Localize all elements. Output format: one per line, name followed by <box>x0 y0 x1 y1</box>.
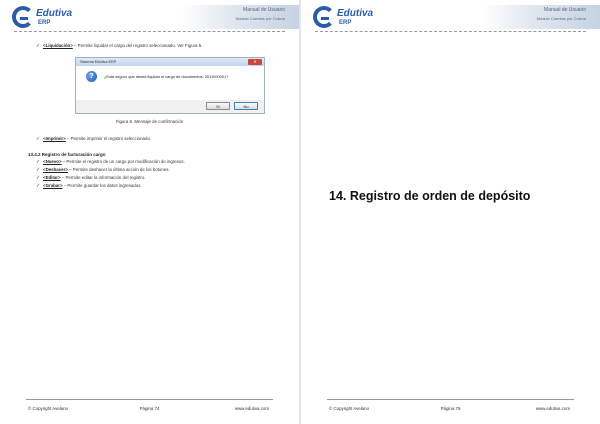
logo-sub: ERP <box>38 20 51 26</box>
keyword-nuevo: <Nuevo> <box>43 159 62 164</box>
dialog-title: Sistema Edutiva ERP <box>80 59 117 64</box>
checkmark-icon: ✓ <box>36 183 41 189</box>
edutiva-logo: Edutiva ERP <box>12 6 92 32</box>
logo-sub: ERP <box>339 20 352 26</box>
item-liquidacion: ✓ <Liquidación> – Permite liquidar el car… <box>36 43 202 49</box>
checkmark-icon: ✓ <box>36 136 41 142</box>
item-text: – Permite guardar los datos ingresados. <box>62 183 142 188</box>
left-page: Edutiva ERP Manual de Usuario Módulo Cue… <box>0 0 299 424</box>
logo-name: Edutiva <box>36 8 73 19</box>
module-title: Módulo Cuentas por Cobrar <box>235 16 285 21</box>
list-item: ✓ <Nuevo> – Permite el registro de un car… <box>36 159 185 165</box>
header-rule <box>315 31 586 32</box>
item-text: – Permite editar la información del regi… <box>60 175 146 180</box>
figure-caption: Figura 5. Mensaje de confirmación <box>115 119 184 124</box>
dialog-body <box>76 66 264 100</box>
logo-name: Edutiva <box>337 8 374 19</box>
manual-title: Manual de Usuario <box>544 7 586 13</box>
checkmark-icon: ✓ <box>36 159 41 165</box>
right-page: Edutiva ERP Manual de Usuario Módulo Cue… <box>301 0 600 424</box>
footer-website: www.edutiva.com <box>535 406 570 411</box>
item-imprimir-text: – Permite imprimir el registro seleccion… <box>65 136 152 141</box>
checkmark-icon: ✓ <box>36 175 41 181</box>
footer-website: www.edutiva.com <box>234 406 269 411</box>
item-imprimir: ✓ <Imprimir> – Permite imprimir el regist… <box>36 136 151 142</box>
checkmark-icon: ✓ <box>36 43 41 49</box>
dialog-close-icon: ✕ <box>248 59 262 65</box>
dialog-message: ¿Está seguro que desea liquidar el cargo… <box>104 74 229 79</box>
item-text: – Permite deshacer la última acción de l… <box>67 167 170 172</box>
edutiva-logo-icon <box>12 6 34 28</box>
edutiva-logo: Edutiva ERP <box>313 6 393 32</box>
dialog-titlebar: Sistema Edutiva ERP ✕ <box>76 58 264 66</box>
keyword-imprimir: <Imprimir> <box>43 136 66 141</box>
dialog-yes-button: Sí <box>206 102 230 110</box>
manual-title: Manual de Usuario <box>243 7 285 13</box>
list-item: ✓ <Deshacer> – Permite deshacer la última… <box>36 167 170 173</box>
footer-rule <box>327 399 574 400</box>
question-icon: ? <box>86 71 97 82</box>
footer-rule <box>26 399 273 400</box>
item-text: – Permite el registro de un cargo por mo… <box>61 159 185 164</box>
keyword-liquidacion: <Liquidación> <box>43 43 73 48</box>
confirmation-dialog-screenshot: Sistema Edutiva ERP ✕ ? ¿Está seguro que… <box>75 57 265 114</box>
item-liquidacion-text: – Permite liquidar el cargo del registro… <box>72 43 203 48</box>
list-item: ✓ <Grabar> – Permite guardar los datos in… <box>36 183 142 189</box>
checkmark-icon: ✓ <box>36 167 41 173</box>
keyword-editar: <Editar> <box>43 175 61 180</box>
section-subheading: 13.4.2 Registro de facturación cargo <box>28 152 106 157</box>
keyword-deshacer: <Deshacer> <box>43 167 68 172</box>
header-rule <box>14 31 285 32</box>
edutiva-logo-icon <box>313 6 335 28</box>
dialog-no-button: No <box>234 102 258 110</box>
chapter-title: 14. Registro de orden de depósito <box>329 189 531 203</box>
list-item: ✓ <Editar> – Permite editar la informació… <box>36 175 146 181</box>
keyword-grabar: <Grabar> <box>43 183 63 188</box>
module-title: Módulo Cuentas por Cobrar <box>536 16 586 21</box>
